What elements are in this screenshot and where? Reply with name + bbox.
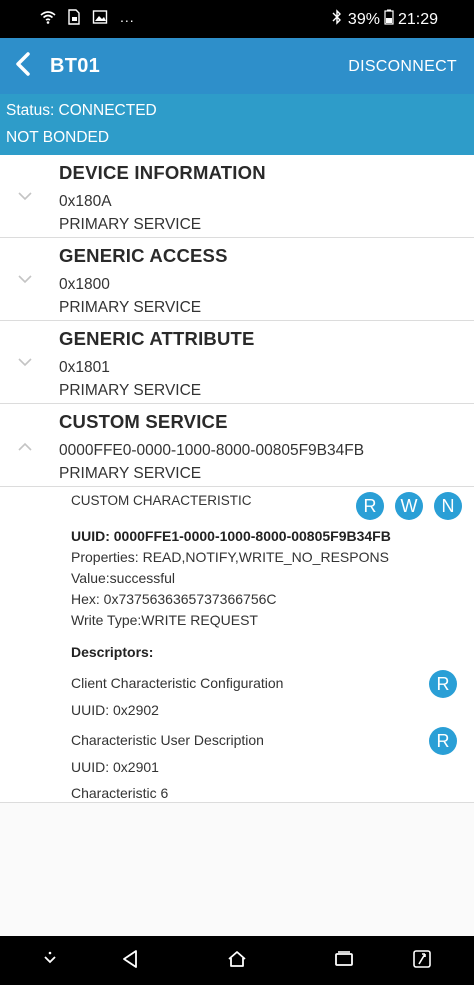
status-bar: ... 39% 21:29: [0, 0, 474, 38]
sim-card-icon: [66, 9, 82, 25]
characteristic-name: CUSTOM CHARACTERISTIC: [71, 493, 252, 508]
descriptor-uuid: UUID: 0x2902: [71, 702, 159, 718]
descriptor-name: Client Characteristic Configuration: [71, 675, 284, 691]
service-type: PRIMARY SERVICE: [59, 465, 202, 482]
descriptor-read-button[interactable]: R: [429, 670, 457, 698]
write-button[interactable]: W: [395, 492, 423, 520]
screen-rotate-icon: [411, 948, 433, 975]
descriptor-uuid: UUID: 0x2901: [71, 759, 159, 775]
bond-status: NOT BONDED: [6, 129, 110, 146]
characteristic-uuid: UUID: 0000FFE1-0000-1000-8000-00805F9B34…: [71, 528, 391, 544]
notify-button[interactable]: N: [434, 492, 462, 520]
characteristic-panel: CUSTOM CHARACTERISTIC R W N UUID: 0000FF…: [0, 487, 474, 803]
chevron-down-icon: [16, 355, 34, 369]
back-button[interactable]: [8, 51, 38, 81]
device-title: BT01: [50, 55, 101, 77]
status-bar-right: 39% 21:29: [330, 9, 438, 30]
bluetooth-icon: [330, 9, 344, 30]
status-bar-left-icons: ...: [40, 9, 135, 25]
descriptor-name: Characteristic User Description: [71, 732, 264, 748]
navbar-toggle-button[interactable]: [35, 946, 65, 976]
nav-home-button[interactable]: [222, 946, 252, 976]
characteristic-hex: Hex: 0x7375636365737366756C: [71, 591, 277, 607]
descriptor-value: Characteristic 6: [71, 785, 169, 801]
service-uuid: 0x180A: [59, 193, 112, 210]
service-item-generic-access[interactable]: GENERIC ACCESS 0x1800 PRIMARY SERVICE: [0, 238, 474, 321]
service-type: PRIMARY SERVICE: [59, 299, 202, 316]
more-notifications-indicator: ...: [120, 9, 135, 25]
descriptor-read-button[interactable]: R: [429, 727, 457, 755]
connection-status: Status: CONNECTED: [6, 102, 157, 119]
characteristic-properties: Properties: READ,NOTIFY,WRITE_NO_RESPONS: [71, 549, 389, 565]
connection-status-panel: Status: CONNECTED NOT BONDED: [0, 94, 474, 155]
clock: 21:29: [397, 10, 438, 28]
service-uuid: 0x1800: [59, 276, 110, 293]
wifi-icon: [40, 9, 56, 25]
chevron-down-icon: [16, 189, 34, 203]
service-item-generic-attribute[interactable]: GENERIC ATTRIBUTE 0x1801 PRIMARY SERVICE: [0, 321, 474, 404]
back-arrow-icon: [12, 51, 34, 82]
chevron-down-icon: [16, 272, 34, 286]
service-name: CUSTOM SERVICE: [59, 411, 228, 432]
empty-list-area: [0, 803, 474, 936]
image-icon: [92, 9, 108, 25]
navbar-toggle-icon: [39, 948, 61, 975]
app-bar: BT01 DISCONNECT: [0, 38, 474, 94]
home-icon: [226, 948, 248, 975]
battery-charging-icon: [384, 9, 394, 30]
chevron-up-icon: [16, 440, 34, 454]
service-uuid: 0000FFE0-0000-1000-8000-00805F9B34FB: [59, 442, 365, 459]
characteristic-write-type: Write Type:WRITE REQUEST: [71, 612, 258, 628]
screen-rotate-button[interactable]: [407, 946, 437, 976]
nav-back-button[interactable]: [115, 946, 145, 976]
service-type: PRIMARY SERVICE: [59, 216, 202, 233]
service-uuid: 0x1801: [59, 359, 110, 376]
nav-recents-button[interactable]: [329, 946, 359, 976]
service-name: DEVICE INFORMATION: [59, 162, 266, 183]
service-name: GENERIC ATTRIBUTE: [59, 328, 255, 349]
service-type: PRIMARY SERVICE: [59, 382, 202, 399]
characteristic-value: Value:successful: [71, 570, 176, 586]
service-item-device-information[interactable]: DEVICE INFORMATION 0x180A PRIMARY SERVIC…: [0, 155, 474, 238]
service-item-custom-service[interactable]: CUSTOM SERVICE 0000FFE0-0000-1000-8000-0…: [0, 404, 474, 487]
descriptors-header: Descriptors:: [71, 644, 154, 660]
disconnect-button[interactable]: DISCONNECT: [348, 58, 457, 76]
read-button[interactable]: R: [356, 492, 384, 520]
battery-percent: 39%: [347, 10, 380, 28]
service-name: GENERIC ACCESS: [59, 245, 228, 266]
back-triangle-icon: [119, 948, 141, 975]
recents-icon: [333, 948, 355, 975]
navigation-bar: [0, 936, 474, 985]
